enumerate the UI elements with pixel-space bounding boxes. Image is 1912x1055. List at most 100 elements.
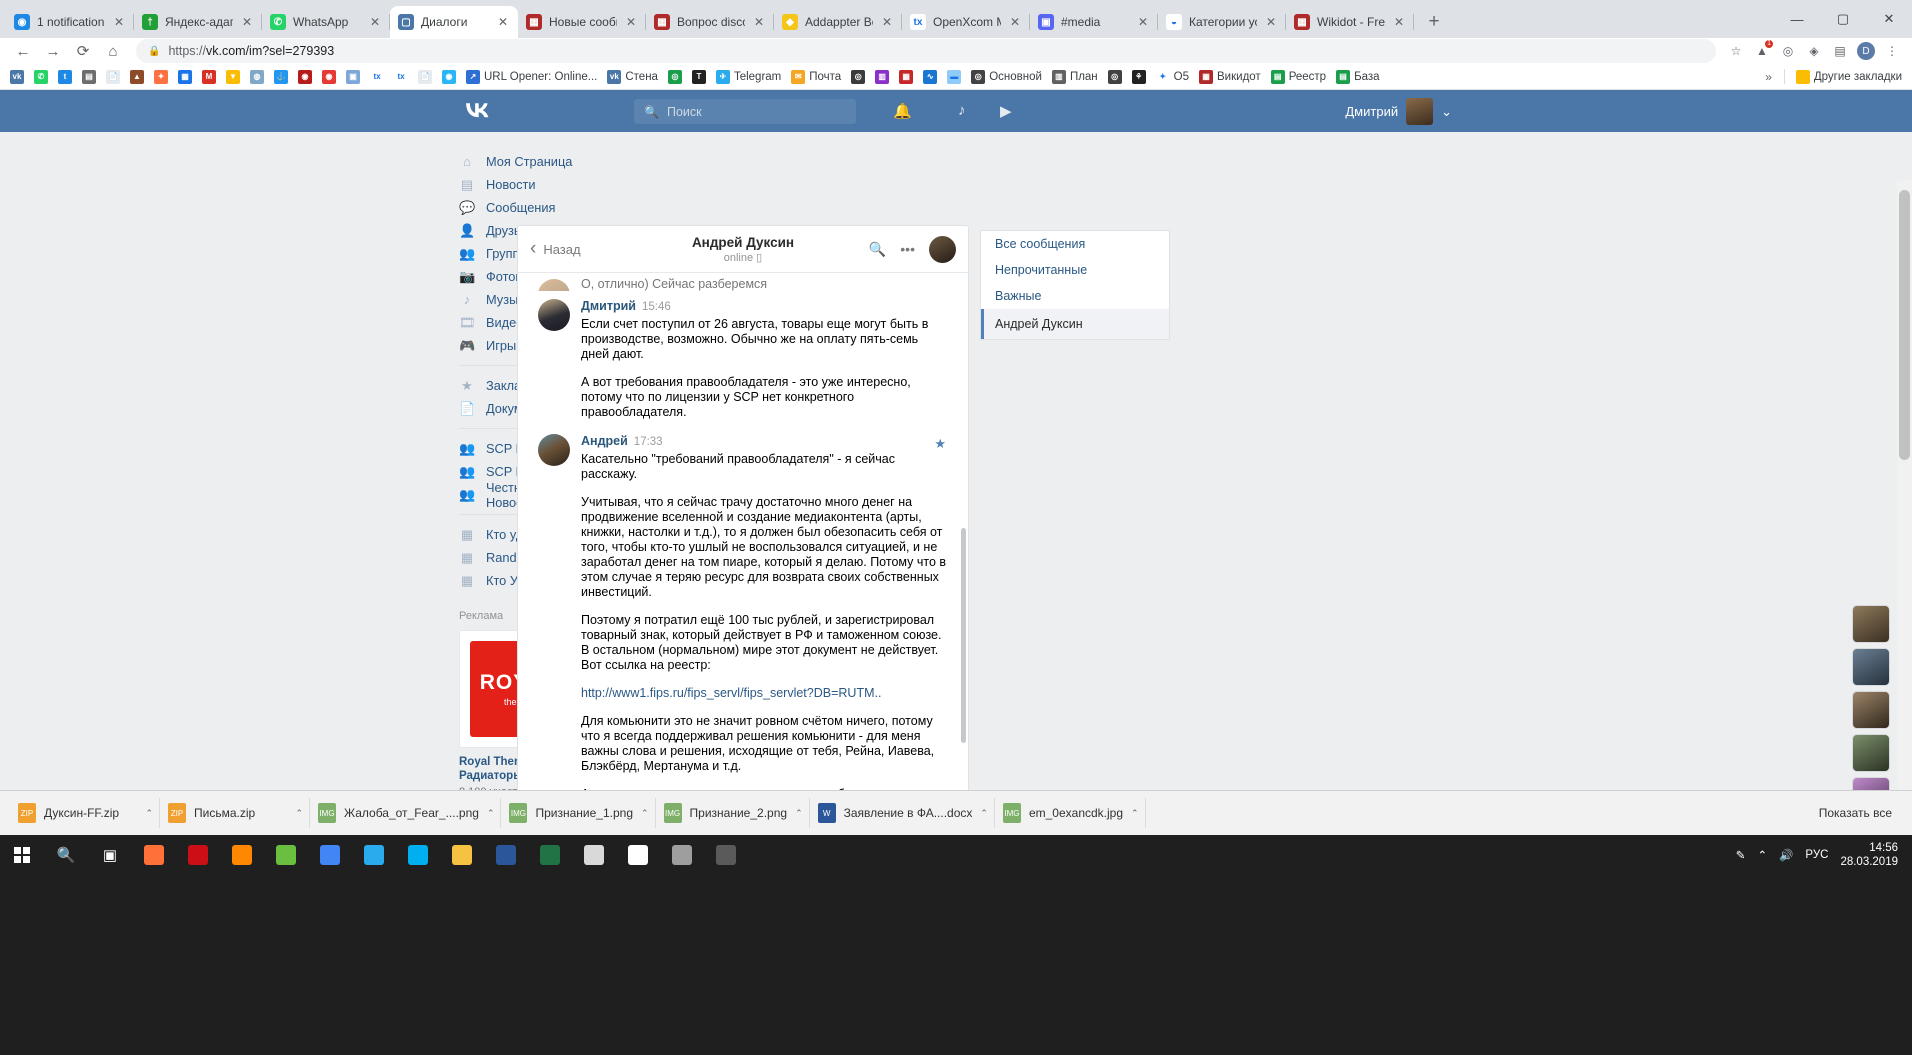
bookmark-item[interactable]: ▤: [78, 68, 100, 86]
bookmark-item[interactable]: ◎: [1104, 68, 1126, 86]
chrome-taskbar-icon[interactable]: [308, 835, 352, 875]
message-author[interactable]: Дмитрий: [581, 299, 636, 313]
bookmark-item[interactable]: ▤ База: [1332, 68, 1383, 86]
bookmark-item[interactable]: vk: [6, 68, 28, 86]
chevron-down-icon[interactable]: ⌃: [295, 808, 303, 819]
close-icon[interactable]: ✕: [880, 15, 894, 29]
page-scrollbar[interactable]: [1897, 180, 1912, 790]
vlc-taskbar-icon[interactable]: [220, 835, 264, 875]
avatar[interactable]: [1852, 691, 1890, 729]
paint-taskbar-icon[interactable]: [616, 835, 660, 875]
download-item[interactable]: IMG Признание_1.png ⌃: [501, 798, 656, 828]
bookmark-item[interactable]: ◎ Основной: [967, 68, 1046, 86]
firefox-taskbar-icon[interactable]: [132, 835, 176, 875]
music-note-icon[interactable]: ♪: [958, 102, 966, 119]
message-item[interactable]: О, отлично) Сейчас разберемся: [518, 277, 968, 291]
dialog-filter-item-selected[interactable]: Андрей Дуксин: [981, 309, 1169, 339]
word-taskbar-icon[interactable]: [484, 835, 528, 875]
vk-logo[interactable]: [459, 100, 495, 128]
chevron-down-icon[interactable]: ⌃: [980, 808, 988, 819]
extension-shield-icon[interactable]: ◈: [1802, 39, 1826, 63]
close-icon[interactable]: ✕: [240, 15, 254, 29]
download-item[interactable]: ZIP Дуксин-FF.zip ⌃: [10, 798, 160, 828]
close-icon[interactable]: ✕: [1136, 15, 1150, 29]
more-options-icon[interactable]: •••: [900, 241, 915, 257]
window-close-button[interactable]: ✕: [1866, 0, 1912, 38]
close-icon[interactable]: ✕: [1392, 15, 1406, 29]
bookmark-item[interactable]: 📄: [102, 68, 124, 86]
bookmark-item[interactable]: ◎: [847, 68, 869, 86]
avatar[interactable]: [1852, 605, 1890, 643]
reload-button[interactable]: ⟳: [68, 39, 98, 63]
bookmark-item[interactable]: ▦: [174, 68, 196, 86]
bookmark-item[interactable]: vk Стена: [603, 68, 662, 86]
extension-mail-icon[interactable]: ▤: [1828, 39, 1852, 63]
bookmark-item[interactable]: ✦: [150, 68, 172, 86]
utorrent-taskbar-icon[interactable]: [264, 835, 308, 875]
browser-tab[interactable]: tx OpenXcom Mod ✕: [902, 6, 1030, 38]
taskbar-search-icon[interactable]: 🔍: [44, 835, 88, 875]
browser-tab[interactable]: ◆ Addappter Bonu ✕: [774, 6, 902, 38]
bookmark-item[interactable]: T: [688, 68, 710, 86]
close-icon[interactable]: ✕: [1264, 15, 1278, 29]
browser-tab[interactable]: ▦ Wikidot - Free a ✕: [1286, 6, 1414, 38]
skype-taskbar-icon[interactable]: [396, 835, 440, 875]
excel-taskbar-icon[interactable]: [528, 835, 572, 875]
close-icon[interactable]: ✕: [368, 15, 382, 29]
bookmark-item[interactable]: ◉: [318, 68, 340, 86]
avatar[interactable]: [538, 279, 570, 291]
bookmark-item[interactable]: t: [54, 68, 76, 86]
message-author[interactable]: Андрей: [581, 434, 628, 448]
vk-user-menu[interactable]: Дмитрий ⌄: [1345, 98, 1452, 125]
avatar[interactable]: [1852, 648, 1890, 686]
bookmark-item[interactable]: ▬: [943, 68, 965, 86]
dialog-filter-item[interactable]: Важные: [981, 283, 1169, 309]
avatar[interactable]: [538, 434, 570, 466]
close-icon[interactable]: ✕: [752, 15, 766, 29]
download-item[interactable]: W Заявление в ФА....docx ⌃: [810, 798, 995, 828]
notifications-bell-icon[interactable]: 🔔: [893, 102, 912, 120]
bookmark-item[interactable]: M: [198, 68, 220, 86]
sidebar-item-0-2[interactable]: 💬 Сообщения: [459, 196, 594, 219]
window-maximize-button[interactable]: ▢: [1820, 0, 1866, 38]
dialog-filter-item[interactable]: Все сообщения: [981, 231, 1169, 257]
bookmark-item[interactable]: ◎: [664, 68, 686, 86]
download-item[interactable]: ZIP Письма.zip ⌃: [160, 798, 310, 828]
chevron-down-icon[interactable]: ⌃: [487, 808, 495, 819]
vk-search-box[interactable]: 🔍 Поиск: [634, 99, 856, 124]
profile-avatar[interactable]: D: [1854, 39, 1878, 63]
browser-tab[interactable]: ◒ Категории услуг ✕: [1158, 6, 1286, 38]
new-tab-button[interactable]: +: [1420, 8, 1448, 36]
telegram-taskbar-icon[interactable]: [352, 835, 396, 875]
sidebar-item-0-1[interactable]: ▤ Новости: [459, 173, 594, 196]
download-item[interactable]: IMG Признание_2.png ⌃: [656, 798, 810, 828]
message-item[interactable]: Дмитрий 15:46 Если счет поступил от 26 авг…: [518, 291, 968, 426]
message-link[interactable]: http://www1.fips.ru/fips_servl/fips_serv…: [581, 686, 881, 700]
language-indicator[interactable]: РУС: [1805, 849, 1828, 861]
downloads-show-all-button[interactable]: Показать все: [1819, 806, 1902, 820]
back-button[interactable]: ←: [8, 39, 38, 63]
explorer-taskbar-icon[interactable]: [440, 835, 484, 875]
browser-tab[interactable]: † Яндекс-адаптер ✕: [134, 6, 262, 38]
browser-tab-active[interactable]: ▢ Диалоги ✕: [390, 6, 518, 38]
bookmark-item[interactable]: tx: [366, 68, 388, 86]
other-bookmarks-folder[interactable]: Другие закладки: [1792, 68, 1906, 86]
chrome-menu-icon[interactable]: ⋮: [1880, 39, 1904, 63]
volume-icon[interactable]: 🔊: [1779, 848, 1793, 862]
close-icon[interactable]: ✕: [624, 15, 638, 29]
chevron-down-icon[interactable]: ⌃: [641, 808, 649, 819]
star-icon[interactable]: ☆: [1724, 39, 1748, 63]
chevron-down-icon[interactable]: ⌃: [795, 808, 803, 819]
avatar[interactable]: [538, 299, 570, 331]
download-item[interactable]: IMG Жалоба_от_Fear_....png ⌃: [310, 798, 502, 828]
bookmark-item[interactable]: ⚓: [270, 68, 292, 86]
settings-taskbar-icon[interactable]: [660, 835, 704, 875]
bookmark-item[interactable]: ✦ О5: [1152, 68, 1193, 86]
browser-tab[interactable]: ▦ Новые сообщен ✕: [518, 6, 646, 38]
bookmark-item[interactable]: ∿: [919, 68, 941, 86]
bookmark-item[interactable]: ◉: [294, 68, 316, 86]
bookmark-item[interactable]: ✉ Почта: [787, 68, 845, 86]
message-item[interactable]: Андрей 17:33 Касательно "требований правоо…: [518, 426, 968, 790]
bookmark-item[interactable]: ▣: [342, 68, 364, 86]
bookmark-item[interactable]: ▦: [895, 68, 917, 86]
